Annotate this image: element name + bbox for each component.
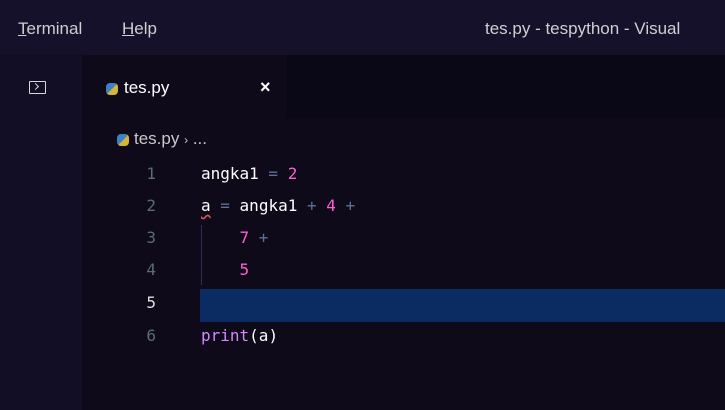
line-number: 6 (146, 326, 156, 345)
window-title: tes.py - tespython - Visual (485, 19, 681, 38)
code-line[interactable]: a = angka1 + 4 + (201, 196, 355, 216)
code-line[interactable]: 7 + (201, 228, 269, 248)
activity-bar (0, 55, 82, 410)
line-number: 4 (146, 260, 156, 279)
current-line-highlight (200, 289, 725, 322)
menu-help[interactable]: Help (122, 19, 157, 39)
python-file-icon (117, 134, 129, 146)
code-line[interactable]: 5 (201, 260, 250, 280)
line-number: 1 (146, 164, 156, 183)
line-number: 3 (146, 228, 156, 247)
code-line[interactable]: print(a) (201, 326, 278, 346)
menu-terminal[interactable]: Terminal (18, 19, 82, 39)
close-icon[interactable]: × (260, 77, 271, 97)
python-file-icon (106, 83, 118, 95)
code-token: 5 (239, 260, 250, 279)
panel-icon[interactable] (29, 81, 46, 94)
tab-label: tes.py (124, 78, 170, 97)
code-token: 4 (326, 196, 336, 215)
line-number: 2 (146, 196, 156, 215)
code-token: 2 (287, 164, 298, 183)
code-token: + (297, 196, 327, 215)
code-token: angka1 (239, 196, 298, 215)
breadcrumb-file[interactable]: tes.py › ... (134, 129, 207, 150)
code-token: + (249, 228, 269, 247)
code-token: = (210, 196, 240, 215)
code-token: (a) (249, 326, 279, 345)
code-line[interactable]: angka1 = 2 (201, 164, 297, 184)
code-token: print (201, 326, 250, 345)
chevron-right-icon: › (184, 133, 189, 147)
line-number: 5 (146, 293, 156, 312)
code-token: = (258, 164, 288, 183)
error-token: a (201, 196, 211, 215)
code-token: + (335, 196, 356, 215)
code-token: 7 (239, 228, 250, 247)
menu-bar: Terminal Help tes.py - tespython - Visua… (0, 0, 725, 55)
code-token: angka1 (201, 164, 259, 183)
